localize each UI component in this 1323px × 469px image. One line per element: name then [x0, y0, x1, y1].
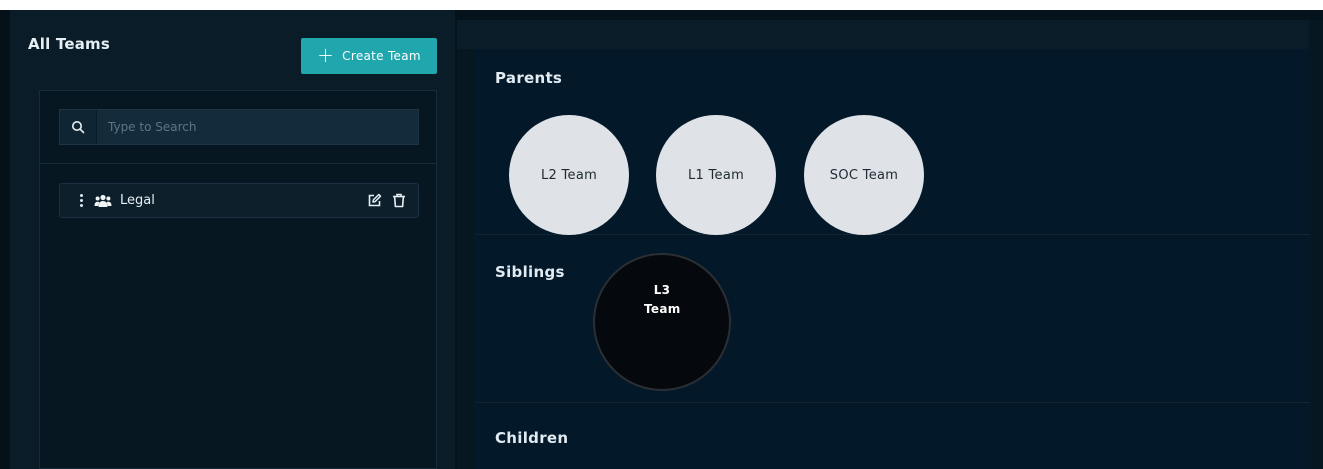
team-list-item[interactable]: Legal	[59, 183, 419, 218]
window-edge	[0, 10, 8, 469]
search-box	[59, 109, 419, 145]
trash-icon[interactable]	[392, 193, 406, 208]
search-input[interactable]	[97, 110, 418, 144]
team-name: Legal	[120, 193, 155, 208]
team-row-actions	[367, 193, 406, 208]
drag-handle-icon[interactable]	[70, 194, 92, 207]
create-team-button[interactable]: + Create Team	[301, 38, 437, 74]
parent-team-bubble[interactable]: L1 Team	[656, 115, 776, 235]
siblings-title: Siblings	[495, 263, 565, 281]
teams-list-container: Legal	[39, 90, 437, 469]
users-icon	[94, 193, 116, 209]
parent-team-bubble[interactable]: L2 Team	[509, 115, 629, 235]
current-team-label: L3 Team	[644, 283, 681, 316]
search-button[interactable]	[60, 110, 97, 144]
search-icon	[72, 121, 85, 134]
parents-section: Parents L2 Team L1 Team SOC Team	[475, 49, 1310, 235]
search-area	[40, 91, 436, 164]
create-team-label: Create Team	[342, 49, 421, 63]
children-section: Children	[475, 404, 1310, 469]
teams-panel-title: All Teams	[28, 35, 111, 53]
children-title: Children	[495, 429, 569, 447]
edit-icon[interactable]	[367, 193, 382, 208]
hierarchy-header-strip	[457, 20, 1309, 49]
parents-title: Parents	[495, 69, 563, 87]
plus-icon: +	[317, 43, 335, 67]
team-hierarchy-panel: Parents L2 Team L1 Team SOC Team Sibling…	[457, 20, 1323, 469]
siblings-section: Siblings L3 Team	[475, 236, 1310, 403]
parent-team-bubble[interactable]: SOC Team	[804, 115, 924, 235]
current-team-bubble[interactable]: L3 Team	[593, 253, 731, 391]
